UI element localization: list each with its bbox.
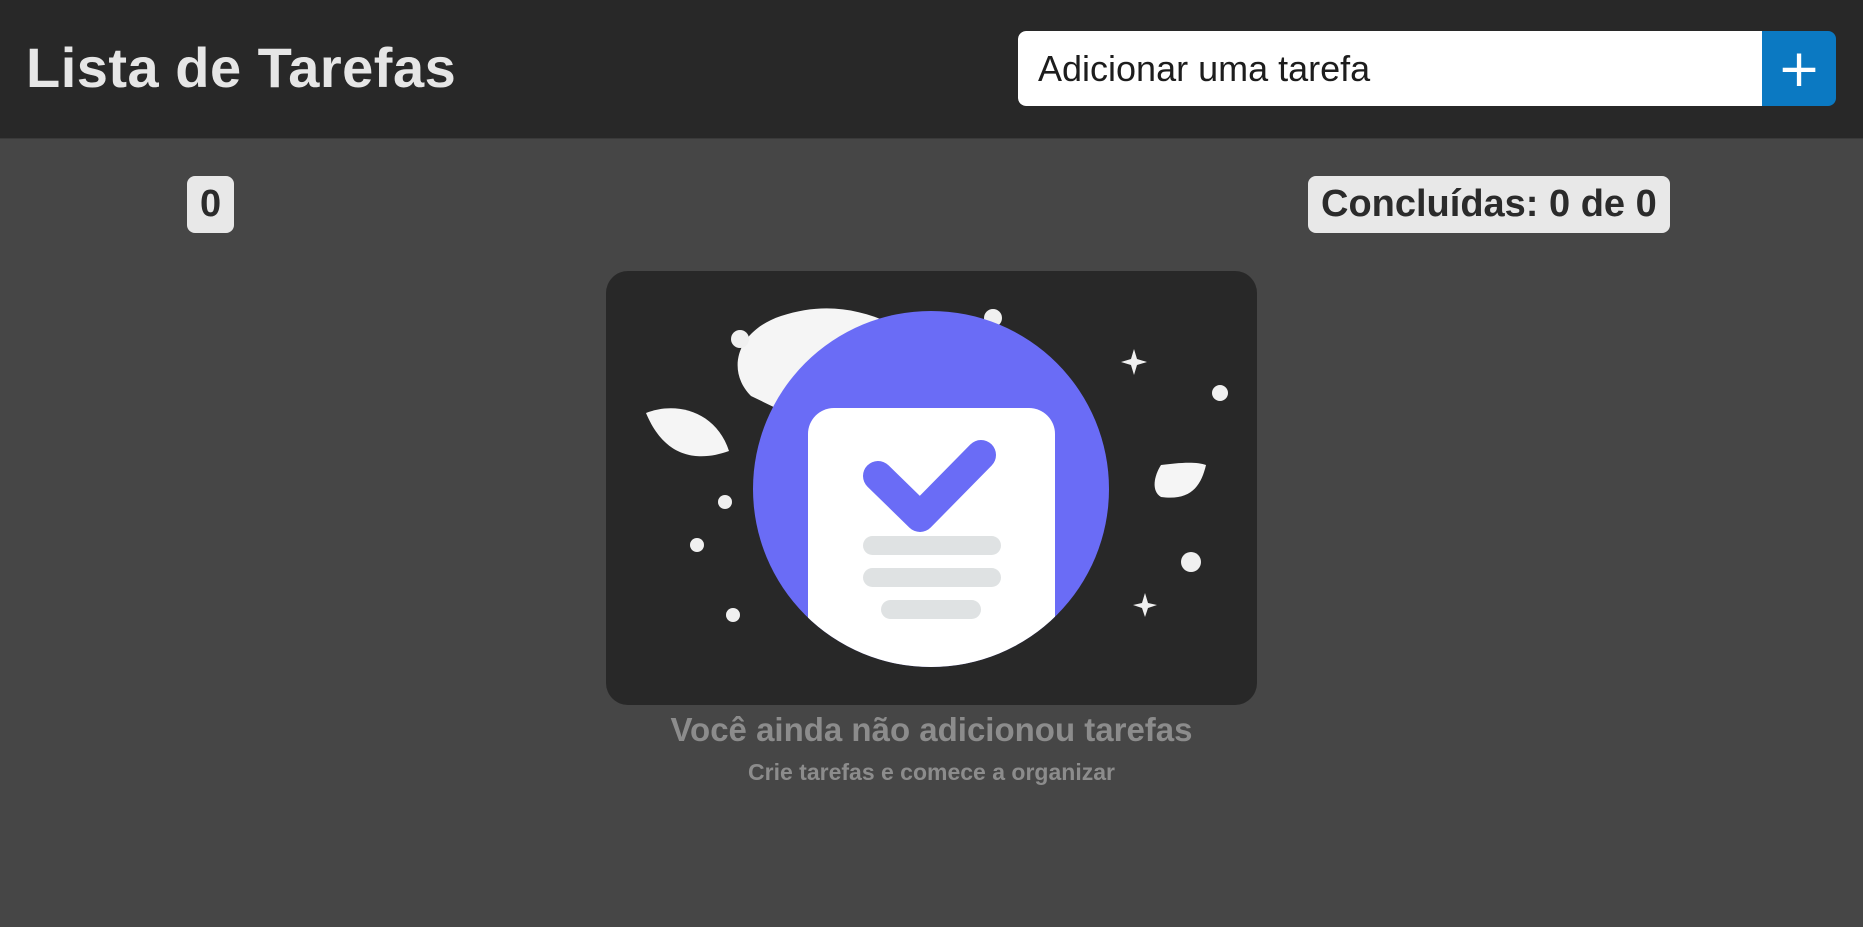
leaf-icon <box>646 408 729 457</box>
sparkle-icon <box>1133 593 1157 617</box>
dot-icon <box>726 608 740 622</box>
dot-icon <box>690 538 704 552</box>
completed-count-badge: Concluídas: 0 de 0 <box>1308 176 1670 233</box>
task-count-badge: 0 <box>187 176 235 233</box>
text-line-icon <box>881 600 981 619</box>
add-task-button[interactable]: + <box>1762 31 1836 106</box>
app-title: Lista de Tarefas <box>26 36 457 99</box>
dot-icon <box>718 495 732 509</box>
task-input[interactable] <box>1018 31 1762 106</box>
clipboard-icon <box>808 408 1055 667</box>
empty-state-illustration <box>606 271 1257 705</box>
sparkle-icon <box>1121 349 1147 375</box>
dot-icon <box>1212 385 1228 401</box>
text-line-icon <box>863 568 1001 587</box>
leaf-icon <box>1154 462 1206 498</box>
add-task-form: + <box>1018 31 1836 106</box>
dot-icon <box>1181 552 1201 572</box>
app-header: Lista de Tarefas + <box>0 0 1863 139</box>
empty-state-title: Você ainda não adicionou tarefas <box>670 711 1193 748</box>
text-line-icon <box>863 536 1001 555</box>
task-checklist-illustration <box>646 308 1228 667</box>
empty-state-subtitle: Crie tarefas e comece a organizar <box>748 759 1115 785</box>
dot-icon <box>731 330 749 348</box>
